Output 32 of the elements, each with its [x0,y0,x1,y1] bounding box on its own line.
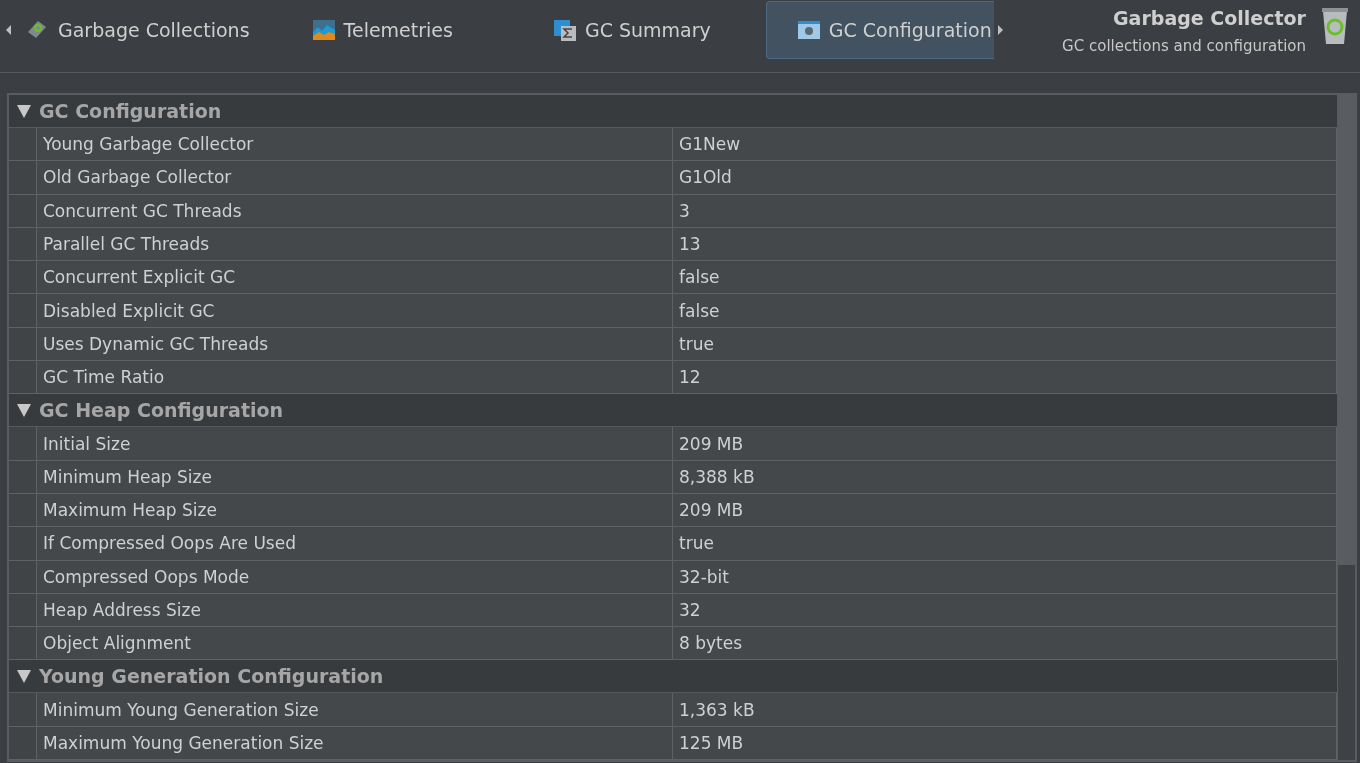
table-cell: Minimum Young Generation Size [37,693,673,726]
scroll-right-icon[interactable] [997,25,1003,35]
table-cell: GC Time Ratio [37,361,673,394]
table-cell: Concurrent GC Threads [37,194,673,227]
view-title: Garbage Collector [1112,7,1306,29]
table-cell: Old Garbage Collector [37,161,673,194]
table-cell: Object Alignment [37,627,673,660]
sigma-table-icon [552,18,577,42]
table-cell: If Compressed Oops Are Used [37,527,673,560]
table-cell: Heap Address Size [37,593,673,627]
trash-can-icon [1320,6,1350,46]
section-title: GC Configuration [39,100,222,122]
scroll-left-icon[interactable] [6,25,11,35]
table-cell: Initial Size [37,427,673,460]
area-chart-icon [311,18,336,42]
tab[interactable]: Telemetries [304,1,468,59]
table-cell: Concurrent Explicit GC [37,261,673,294]
section-title: Young Generation Configuration [39,665,384,688]
table-cell: Disabled Explicit GC [37,294,673,327]
tab[interactable]: GC Configuration [765,1,994,59]
tab[interactable]: Garbage Collections [11,1,265,59]
section-title: GC Heap Configuration [39,399,284,422]
table-cell: Young Garbage Collector [37,128,673,161]
tab[interactable]: GC Summary [537,1,726,59]
table-cell: Maximum Heap Size [37,493,673,527]
table-cell: Parallel GC Threads [37,227,673,261]
table-cell: Minimum Heap Size [37,460,673,493]
table-cell: Compressed Oops Mode [37,560,673,593]
scrollbar[interactable] [1337,95,1355,760]
view-subtitle: GC collections and configuration [1062,37,1306,55]
table-cell: Maximum Young Generation Size [37,726,673,760]
table-cell: Uses Dynamic GC Threads [37,327,673,361]
